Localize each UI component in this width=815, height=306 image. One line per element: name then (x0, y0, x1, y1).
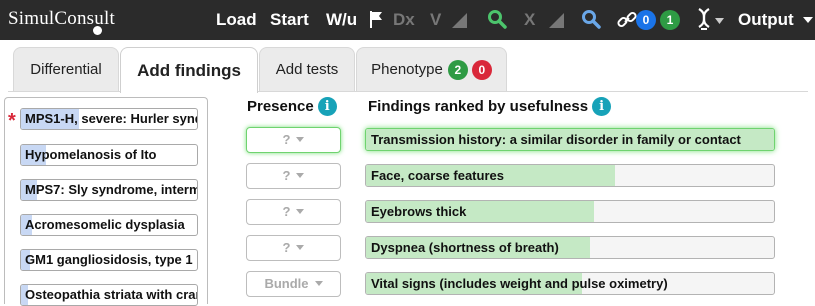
finding-item[interactable]: Transmission history: a similar disorder… (365, 128, 775, 151)
output-caret-down-icon[interactable] (803, 17, 813, 23)
link-count-badge-green: 1 (660, 10, 680, 30)
findings-info-icon[interactable]: i (592, 97, 612, 116)
finding-label: Eyebrows thick (371, 204, 467, 219)
link-count-badge-blue: 0 (636, 10, 656, 30)
presence-dropdown[interactable]: Bundle (246, 271, 341, 297)
differential-item-label: GM1 gangliosidosis, type 1 (25, 252, 193, 267)
caret-down-icon (296, 173, 305, 178)
v-button[interactable]: V (430, 10, 441, 30)
differential-item[interactable]: Hypomelanosis of Ito (20, 144, 198, 166)
tab-differential-label: Differential (30, 61, 102, 78)
differential-item-label: MPS1-H, severe: Hurler syndrome (25, 111, 197, 126)
differential-item[interactable]: Osteopathia striata with cranial scleros… (20, 284, 198, 306)
triangle-icon[interactable] (452, 13, 467, 28)
output-menu[interactable]: Output (738, 10, 794, 30)
logo-dot-icon (93, 26, 102, 35)
start-button[interactable]: Start (270, 10, 309, 30)
flag-icon[interactable] (369, 11, 383, 28)
star-icon: * (8, 110, 16, 132)
presence-header-label: Presence (247, 98, 314, 115)
search-icon-2[interactable] (581, 9, 601, 29)
caret-down-icon (296, 137, 305, 142)
tab-add-tests-label: Add tests (275, 61, 339, 78)
finding-label: Transmission history: a similar disorder… (371, 132, 741, 147)
differential-item-label: MPS7: Sly syndrome, intermediate (25, 182, 198, 197)
differential-item[interactable]: GM1 gangliosidosis, type 1 (20, 249, 198, 271)
tab-phenotype[interactable]: Phenotype 2 0 (356, 47, 507, 91)
presence-dropdown[interactable]: ? (246, 199, 341, 225)
presence-info-icon[interactable]: i (317, 97, 337, 116)
presence-dropdown[interactable]: ? (246, 163, 341, 189)
finding-item[interactable]: Dyspnea (shortness of breath) (365, 236, 775, 259)
presence-header: Presence i (247, 97, 337, 116)
presence-dropdown[interactable]: ? (246, 235, 341, 261)
finding-item[interactable]: Face, coarse features (365, 164, 775, 187)
presence-value: ? (282, 132, 291, 147)
presence-dropdown[interactable]: ? (246, 127, 341, 153)
finding-label: Vital signs (includes weight and pulse o… (371, 276, 668, 291)
link-icon[interactable] (617, 10, 637, 30)
x-button[interactable]: X (524, 10, 535, 30)
tab-add-tests[interactable]: Add tests (259, 47, 355, 91)
caret-down-icon (314, 281, 323, 286)
differential-item-label: Hypomelanosis of Ito (25, 147, 157, 162)
search-icon[interactable] (487, 9, 507, 29)
finding-label: Dyspnea (shortness of breath) (371, 240, 559, 255)
findings-header: Findings ranked by usefulness i (368, 97, 612, 116)
findings-header-label: Findings ranked by usefulness (368, 98, 589, 115)
load-button[interactable]: Load (216, 10, 257, 30)
presence-value: ? (282, 204, 291, 219)
presence-value: Bundle (264, 276, 309, 291)
dx-button[interactable]: Dx (393, 10, 415, 30)
caret-down-icon (296, 209, 305, 214)
tab-add-findings-label: Add findings (137, 60, 241, 80)
finding-item[interactable]: Eyebrows thick (365, 200, 775, 223)
differential-item-label: Osteopathia striata with cranial scleros… (25, 287, 197, 302)
differential-item-label: Acromesomelic dysplasia (25, 217, 185, 232)
presence-value: ? (282, 168, 291, 183)
tab-differential[interactable]: Differential (13, 47, 119, 91)
caret-down-icon (296, 245, 305, 250)
tab-add-findings[interactable]: Add findings (120, 47, 258, 93)
finding-item[interactable]: Vital signs (includes weight and pulse o… (365, 272, 775, 295)
differential-item[interactable]: MPS1-H, severe: Hurler syndrome (20, 108, 198, 130)
dna-icon[interactable] (696, 8, 712, 32)
workup-button[interactable]: W/u (326, 10, 357, 30)
presence-value: ? (282, 240, 291, 255)
finding-label: Face, coarse features (371, 168, 504, 183)
phenotype-badge-red: 0 (471, 59, 492, 80)
differential-item[interactable]: Acromesomelic dysplasia (20, 214, 198, 236)
dna-caret-down-icon[interactable] (715, 18, 724, 24)
differential-item[interactable]: MPS7: Sly syndrome, intermediate (20, 179, 198, 201)
triangle-icon-2[interactable] (549, 13, 564, 28)
tab-phenotype-label: Phenotype (371, 61, 443, 78)
top-nav-bar: SimulConsult Load Start W/u Dx V X 0 1 O… (0, 0, 815, 40)
phenotype-badge-green: 2 (447, 59, 468, 80)
